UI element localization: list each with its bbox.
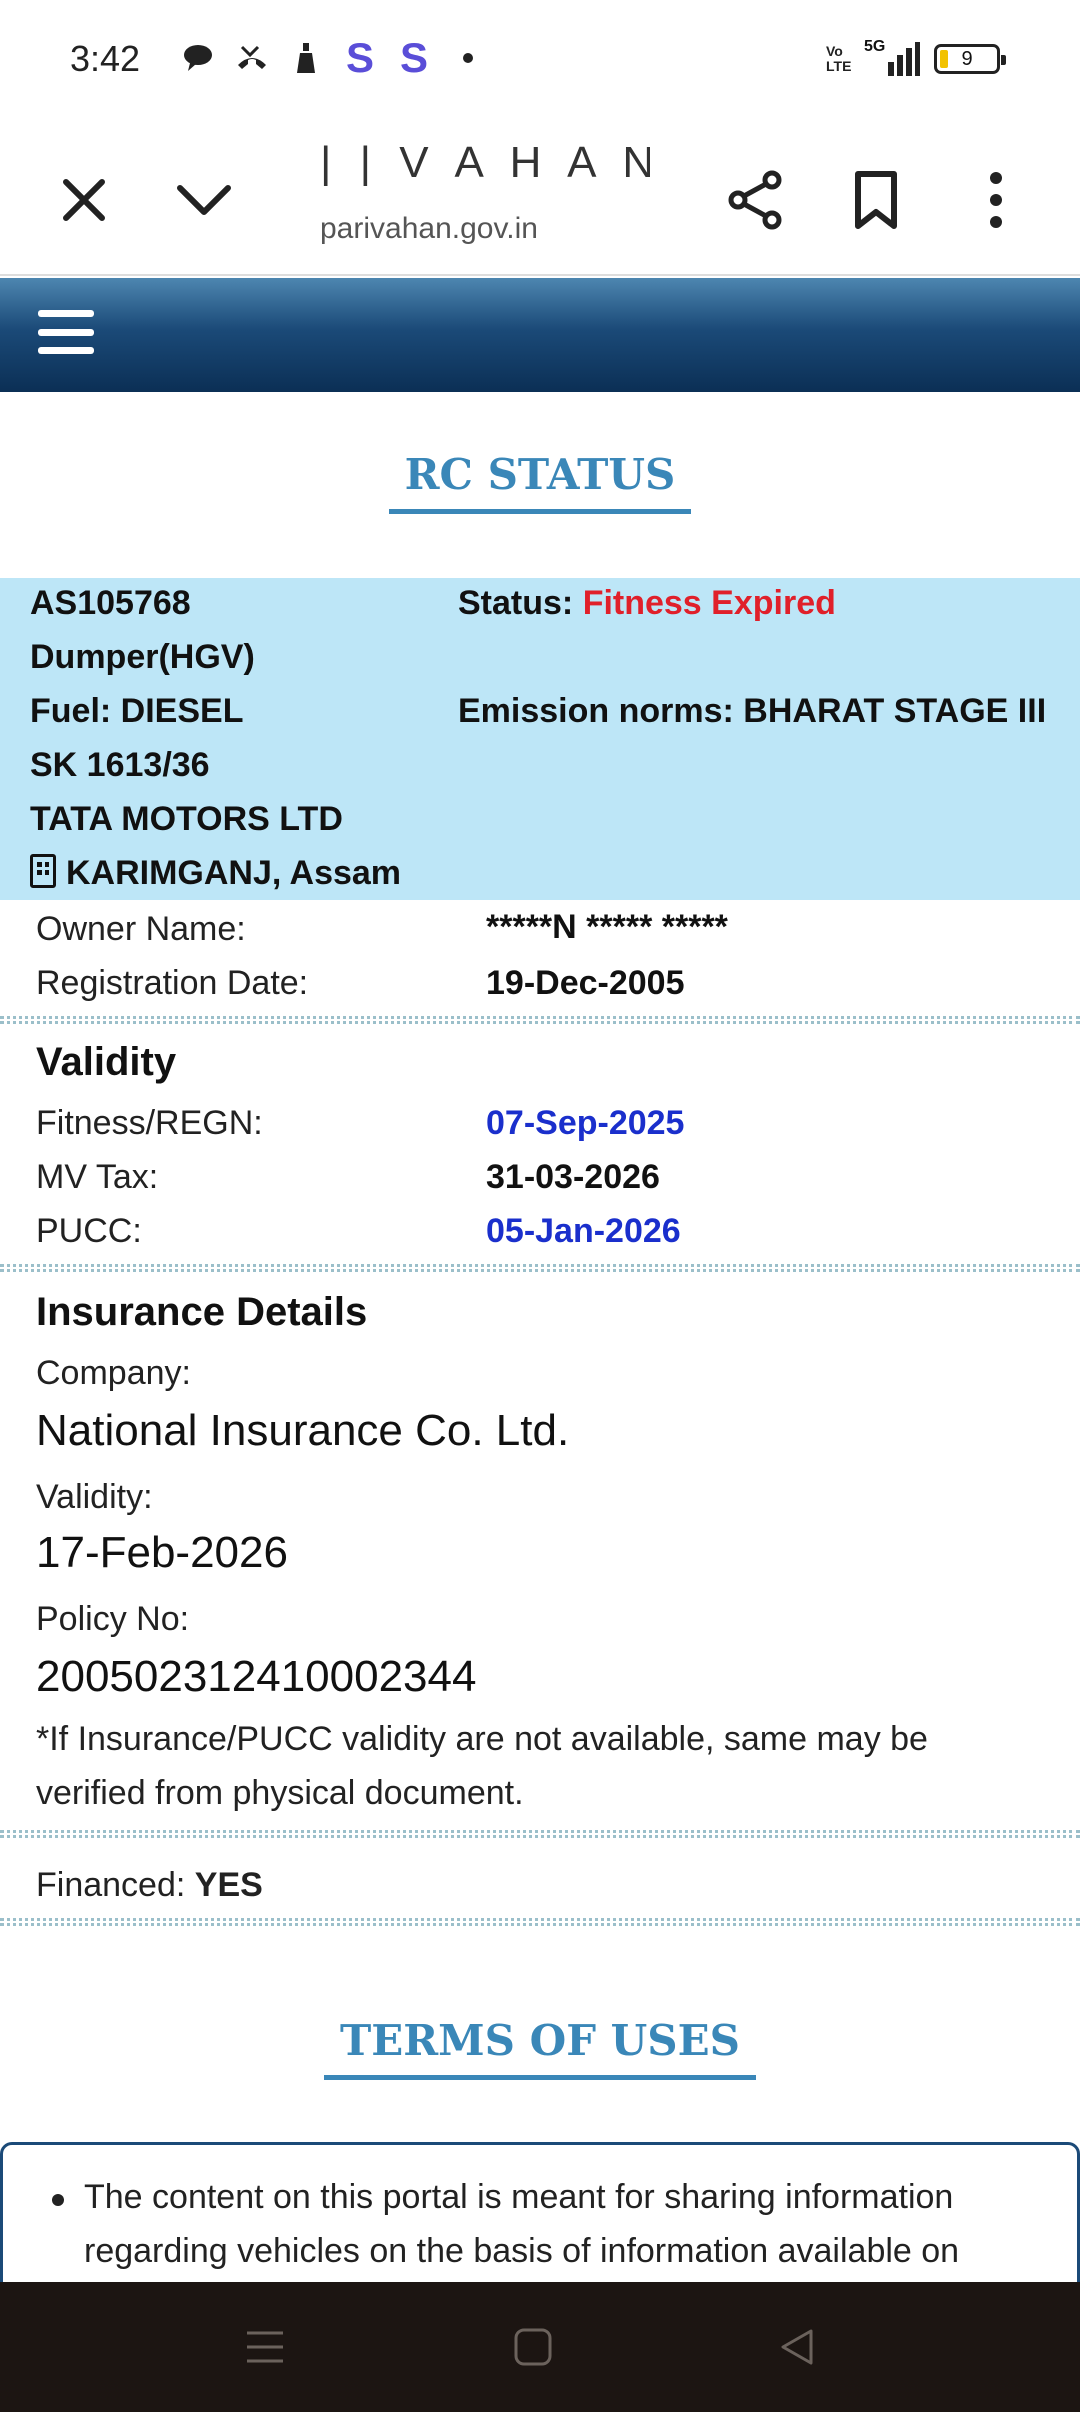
vehicle-model: SK 1613/36 xyxy=(30,746,210,784)
building-icon xyxy=(30,854,56,888)
more-vertical-icon xyxy=(990,172,1002,228)
terms-item: The content on this portal is meant for … xyxy=(84,2178,960,2270)
dot-icon xyxy=(450,40,486,76)
bottle-icon xyxy=(288,40,324,76)
insurance-company-value: National Insurance Co. Ltd. xyxy=(36,1406,570,1455)
insurance-company-label: Company: xyxy=(36,1354,191,1392)
registration-date-value: 19-Dec-2005 xyxy=(486,964,685,1002)
rto-location: KARIMGANJ, Assam xyxy=(30,854,401,893)
close-icon xyxy=(63,179,105,221)
menu-icon[interactable] xyxy=(38,304,94,360)
recents-icon xyxy=(247,2331,283,2363)
rc-summary xyxy=(0,578,1080,900)
divider xyxy=(0,1830,1080,1838)
insurance-validity-label: Validity: xyxy=(36,1478,153,1516)
home-button[interactable] xyxy=(498,2312,568,2382)
volte-indicator: Vo LTE xyxy=(826,43,852,74)
owner-name-label: Owner Name: xyxy=(36,910,246,948)
page-url[interactable]: parivahan.gov.in xyxy=(320,212,650,246)
divider xyxy=(0,1016,1080,1024)
s-app-icon: S xyxy=(399,34,428,81)
status-value: Fitness Expired xyxy=(582,584,836,622)
terms-heading: TERMS OF USES xyxy=(0,2016,1080,2080)
share-icon xyxy=(728,170,782,230)
fuel-type: Fuel: DIESEL xyxy=(30,692,244,730)
system-nav-bar xyxy=(0,2282,1080,2412)
vehicle-maker: TATA MOTORS LTD xyxy=(30,800,343,838)
divider xyxy=(0,1264,1080,1272)
signal-icon: 5G xyxy=(864,38,920,76)
policy-number-value: 200502312410002344 xyxy=(36,1652,477,1701)
vehicle-status: Status: Fitness Expired xyxy=(458,584,836,622)
mv-tax-value: 31-03-2026 xyxy=(486,1158,660,1196)
close-tab-button[interactable] xyxy=(44,160,124,240)
financed-status: Financed: YES xyxy=(36,1866,263,1904)
share-button[interactable] xyxy=(716,160,796,240)
policy-number-label: Policy No: xyxy=(36,1600,190,1638)
browser-toolbar: | | V A H A N | ... parivahan.gov.in xyxy=(0,120,1080,276)
bookmark-icon xyxy=(855,171,897,229)
fitness-value: 07-Sep-2025 xyxy=(486,1104,685,1142)
status-bar: 3:42 S S Vo LTE 5G 9 xyxy=(0,0,1080,120)
insurance-heading: Insurance Details xyxy=(36,1290,368,1334)
battery-level: 9 xyxy=(961,47,973,70)
fitness-label: Fitness/REGN: xyxy=(36,1104,263,1142)
s-app-icon: S xyxy=(345,34,374,81)
notification-icons: S S xyxy=(180,34,486,81)
owner-name-value: *****N ***** ***** xyxy=(486,908,728,946)
emission-norms: Emission norms: BHARAT STAGE III xyxy=(458,692,1047,730)
more-options-button[interactable] xyxy=(956,160,1036,240)
page-title[interactable]: | | V A H A N | ... xyxy=(320,138,650,188)
registration-date-label: Registration Date: xyxy=(36,964,309,1002)
vehicle-class: Dumper(HGV) xyxy=(30,638,255,676)
chat-icon xyxy=(180,40,216,76)
pucc-label: PUCC: xyxy=(36,1212,142,1250)
site-header xyxy=(0,278,1080,392)
validity-heading: Validity xyxy=(36,1040,177,1084)
status-time: 3:42 xyxy=(70,38,141,79)
financed-value: YES xyxy=(194,1866,263,1904)
bookmark-button[interactable] xyxy=(836,160,916,240)
insurance-validity-value: 17-Feb-2026 xyxy=(36,1528,288,1577)
system-indicators: Vo LTE 5G 9 xyxy=(826,38,1006,76)
rc-status-heading: RC STATUS xyxy=(0,450,1080,514)
recents-button[interactable] xyxy=(230,2312,300,2382)
registration-number: AS105768 xyxy=(30,584,191,622)
chevron-down-icon xyxy=(177,185,231,215)
missed-call-icon xyxy=(234,40,270,76)
minimize-button[interactable] xyxy=(164,160,244,240)
back-button[interactable] xyxy=(762,2312,832,2382)
back-icon xyxy=(781,2329,813,2365)
divider xyxy=(0,1918,1080,1926)
home-icon xyxy=(514,2328,552,2366)
mv-tax-label: MV Tax: xyxy=(36,1158,159,1196)
pucc-value: 05-Jan-2026 xyxy=(486,1212,681,1250)
bullet xyxy=(52,2194,64,2206)
battery-icon: 9 xyxy=(934,44,1006,74)
insurance-note: *If Insurance/PUCC validity are not avai… xyxy=(36,1720,928,1812)
